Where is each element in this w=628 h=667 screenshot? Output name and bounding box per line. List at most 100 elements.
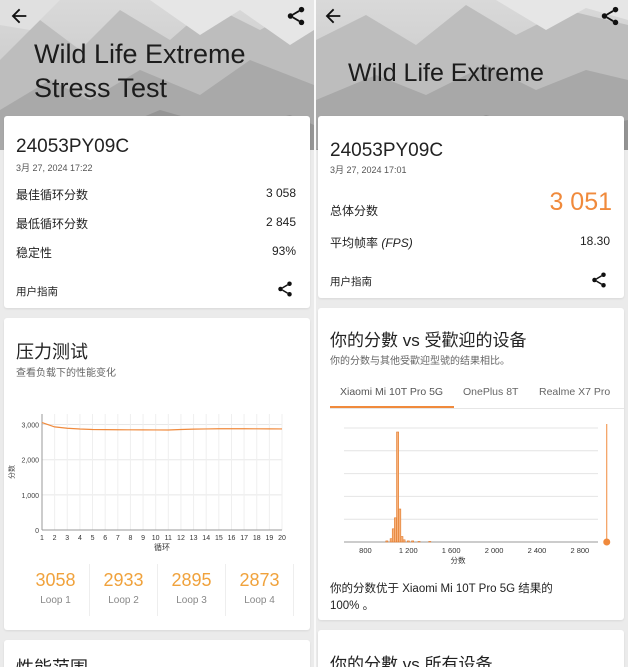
x-tick-label: 1 xyxy=(40,535,44,542)
all-devices-heading: 你的分數 vs 所有设备 xyxy=(330,655,493,667)
histogram-bar xyxy=(391,528,395,543)
loop-label: Loop 4 xyxy=(244,595,275,606)
x-tick-label: 20 xyxy=(278,535,286,542)
comparison-result-line2: 100% 。 xyxy=(330,600,375,612)
x-tick-label: 2 800 xyxy=(570,546,589,555)
back-arrow-icon[interactable] xyxy=(8,5,30,27)
loop-label: Loop 3 xyxy=(176,595,207,606)
comparison-heading: 你的分數 vs 受歡迎的设备 xyxy=(330,331,527,350)
device-name: 24053PY09C xyxy=(16,136,130,157)
test-title-line2: Stress Test xyxy=(34,73,168,103)
user-guide-link[interactable]: 用户指南 xyxy=(16,284,58,299)
stress-test-card: 压力测试 查看负载下的性能变化 0 1,000 2,000 3,000 1 2 3 4 5 6 7 8… xyxy=(4,318,310,630)
comparison-result-line1: 你的分数优于 Xiaomi Mi 10T Pro 5G 结果的 xyxy=(330,583,553,595)
x-axis-title: 循环 xyxy=(154,542,170,552)
score-distribution-chart: 800 1 200 1 600 2 000 2 400 2 800 分数 xyxy=(344,424,611,564)
x-tick-label: 17 xyxy=(240,535,248,542)
share-icon[interactable] xyxy=(276,280,294,298)
x-axis-title: 分数 xyxy=(451,555,466,564)
tab-xiaomi-mi-10t-pro[interactable]: Xiaomi Mi 10T Pro 5G xyxy=(340,386,443,398)
x-tick-label: 9 xyxy=(141,535,145,542)
x-tick-label: 13 xyxy=(190,535,198,542)
x-tick-label: 6 xyxy=(103,535,107,542)
loop-card-1[interactable]: 3058 Loop 1 xyxy=(22,564,90,616)
x-tick-label: 7 xyxy=(116,535,120,542)
loop-card-4[interactable]: 2873 Loop 4 xyxy=(226,564,294,616)
x-tick-label: 2 400 xyxy=(528,546,547,555)
y-tick-label: 2,000 xyxy=(21,458,39,465)
x-tick-label: 8 xyxy=(128,535,132,542)
series-line xyxy=(41,421,283,431)
comparison-card: 你的分數 vs 受歡迎的设备 你的分数与其他受歡迎型號的结果相比。 Xiaomi… xyxy=(318,308,624,620)
histogram-bar xyxy=(400,536,404,543)
histogram-bar xyxy=(428,541,432,543)
result-summary-card: 24053PY09C 3月 27, 2024 17:22 最佳循环分数 3 05… xyxy=(4,116,310,308)
x-tick-label: 1 600 xyxy=(442,546,461,555)
all-devices-card: 你的分數 vs 所有设备 xyxy=(318,630,624,667)
y-tick-label: 0 xyxy=(35,528,39,535)
loop-value: 3058 xyxy=(35,570,76,590)
histogram-bar xyxy=(402,539,406,543)
stress-test-pane: Wild Life Extreme Stress Test 24053PY09C… xyxy=(0,0,314,667)
histogram-bar xyxy=(394,517,397,543)
x-tick-label: 19 xyxy=(265,535,273,542)
histogram-bar xyxy=(411,540,414,543)
x-tick-label: 5 xyxy=(91,535,95,542)
x-tick-label: 800 xyxy=(359,546,372,555)
y-axis-title: 分数 xyxy=(7,465,16,479)
y-tick-label: 3,000 xyxy=(21,423,39,430)
stress-line-chart: 01,0002,0003,0001 2 3 4 5 6 7 8 9 10 11 12 13 14 15 16 1… xyxy=(7,414,286,552)
test-date: 3月 27, 2024 17:22 xyxy=(16,163,93,173)
lowest-loop-label: 最低循环分数 xyxy=(16,217,89,231)
test-date: 3月 27, 2024 17:01 xyxy=(330,165,407,175)
stress-heading: 压力测试 xyxy=(16,342,88,362)
x-tick-label: 4 xyxy=(78,535,82,542)
best-loop-label: 最佳循环分数 xyxy=(16,188,89,202)
tab-divider xyxy=(330,408,624,409)
histogram-bar xyxy=(398,508,402,543)
x-tick-label: 12 xyxy=(177,535,185,542)
back-arrow-icon[interactable] xyxy=(322,5,344,27)
stability-label: 稳定性 xyxy=(16,246,53,260)
benchmark-pane: Wild Life Extreme 24053PY09C 3月 27, 2024… xyxy=(316,0,628,667)
total-score-label: 总体分数 xyxy=(330,204,379,218)
best-loop-value: 3 058 xyxy=(265,186,296,200)
total-score-value: 3 051 xyxy=(549,188,612,216)
test-title: Wild Life Extreme xyxy=(348,59,544,87)
y-tick-label: 1,000 xyxy=(21,493,39,500)
device-tabs: Xiaomi Mi 10T Pro 5G OnePlus 8T Realme X… xyxy=(330,386,624,410)
your-score-marker-dot xyxy=(603,538,611,546)
histogram-bar xyxy=(396,431,399,543)
share-icon[interactable] xyxy=(285,5,307,27)
performance-range-card: 性能范围 xyxy=(4,640,310,667)
performance-range-heading: 性能范围 xyxy=(16,654,88,667)
user-guide-link[interactable]: 用户指南 xyxy=(330,274,372,289)
loop-value: 2873 xyxy=(239,570,280,590)
tab-oneplus-8t[interactable]: OnePlus 8T xyxy=(463,386,518,398)
comparison-subtitle: 你的分数与其他受歡迎型號的结果相比。 xyxy=(330,356,510,367)
loop-value: 2933 xyxy=(103,570,144,590)
avg-fps-label: 平均帧率 (FPS) xyxy=(330,234,413,251)
result-summary-card: 24053PY09C 3月 27, 2024 17:01 总体分数 3 051 … xyxy=(318,116,624,298)
stability-value: 93% xyxy=(271,244,296,258)
histogram-bar xyxy=(417,541,421,543)
x-tick-label: 3 xyxy=(65,535,69,542)
tab-realme-x7-pro[interactable]: Realme X7 Pro xyxy=(539,386,610,398)
loop-label: Loop 2 xyxy=(108,595,139,606)
x-tick-label: 2 xyxy=(53,535,57,542)
loop-card-2[interactable]: 2933 Loop 2 xyxy=(90,564,158,616)
stress-subtitle: 查看负载下的性能变化 xyxy=(16,368,116,379)
lowest-loop-value: 2 845 xyxy=(265,215,296,229)
device-name: 24053PY09C xyxy=(330,140,444,161)
avg-fps-value: 18.30 xyxy=(579,234,610,248)
share-icon[interactable] xyxy=(599,5,621,27)
loop-score-strip[interactable]: 3058 Loop 1 2933 Loop 2 2895 Loop 3 2873… xyxy=(22,564,304,618)
share-icon[interactable] xyxy=(590,271,608,289)
avg-fps-unit: (FPS) xyxy=(381,236,413,250)
loop-value: 2895 xyxy=(171,570,212,590)
x-tick-label: 15 xyxy=(215,535,223,542)
histogram-bar xyxy=(385,540,389,543)
avg-fps-label-text: 平均帧率 xyxy=(330,236,379,250)
x-tick-label: 2 000 xyxy=(485,546,504,555)
loop-card-3[interactable]: 2895 Loop 3 xyxy=(158,564,226,616)
